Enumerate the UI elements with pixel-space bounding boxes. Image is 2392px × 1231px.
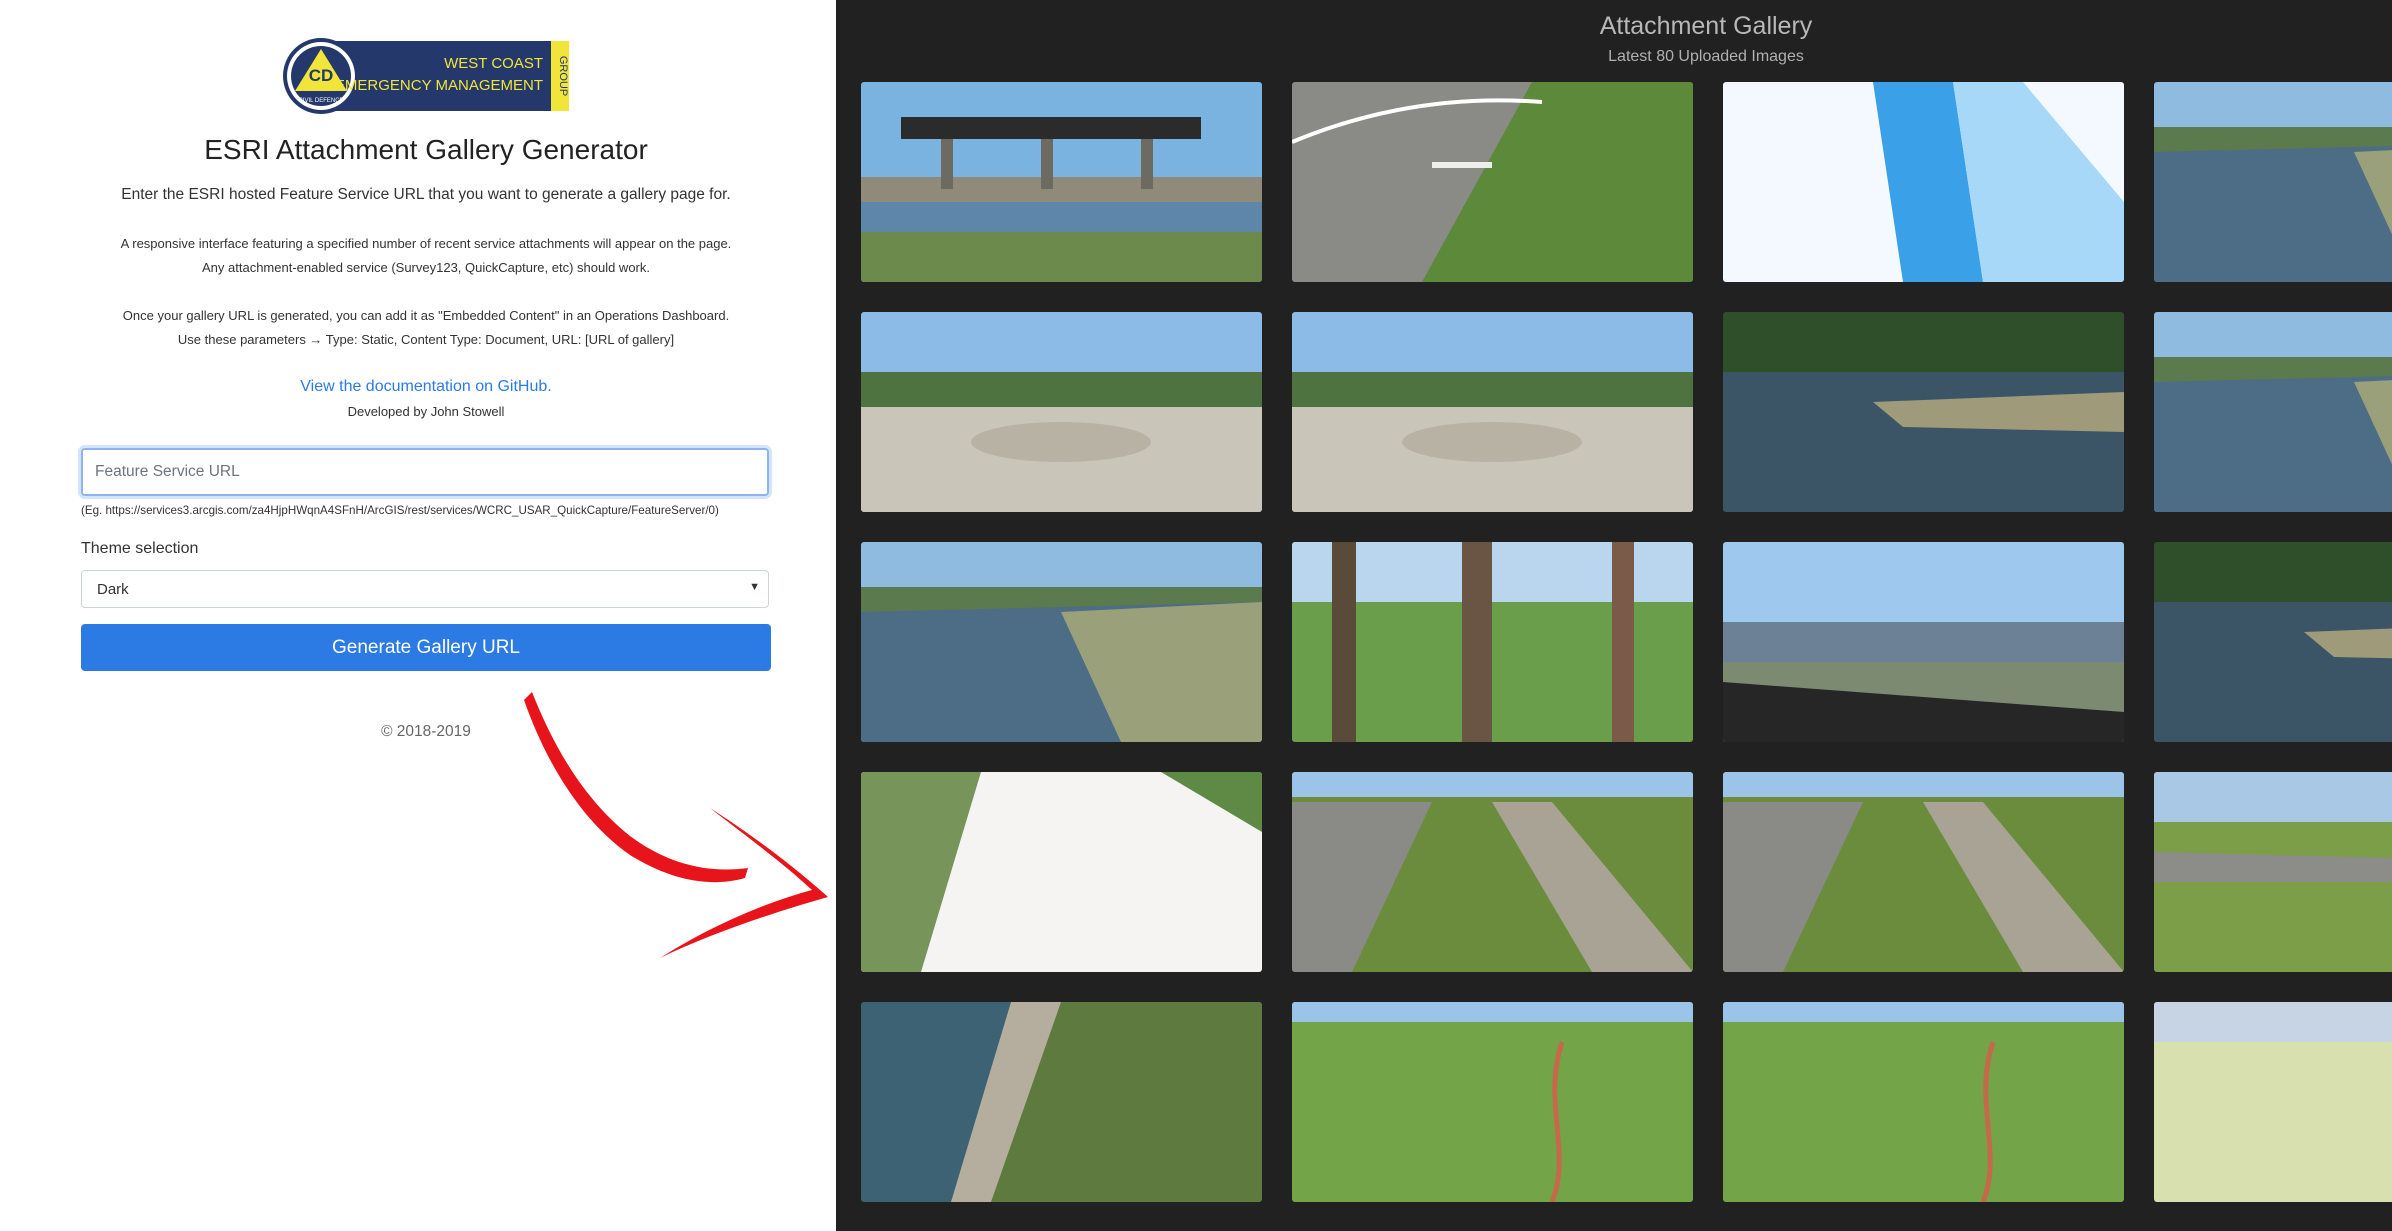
gallery-image[interactable] bbox=[861, 82, 1262, 282]
gallery-image[interactable] bbox=[2154, 542, 2392, 742]
gallery-image[interactable] bbox=[861, 1002, 1262, 1202]
chevron-down-icon: ▼ bbox=[749, 581, 760, 593]
gallery-image[interactable] bbox=[1723, 82, 2124, 282]
gallery-image[interactable] bbox=[2154, 312, 2392, 512]
gallery-image[interactable] bbox=[1723, 542, 2124, 742]
description-line-2: Any attachment-enabled service (Survey12… bbox=[202, 260, 650, 275]
theme-select[interactable]: Dark ▼ bbox=[81, 570, 769, 608]
gallery-image[interactable] bbox=[1292, 1002, 1693, 1202]
theme-selected-value: Dark bbox=[97, 581, 129, 598]
generator-panel: GROUP CD CIVIL DEFENCE WEST COAST EMERGE… bbox=[0, 0, 836, 1231]
logo-line2: EMERGENCY MANAGEMENT bbox=[335, 77, 543, 94]
copyright-text: © 2018-2019 bbox=[381, 723, 471, 740]
gallery-image[interactable] bbox=[1292, 542, 1693, 742]
description-line-1: A responsive interface featuring a speci… bbox=[120, 236, 732, 251]
gallery-image[interactable] bbox=[1723, 1002, 2124, 1202]
gallery-image[interactable] bbox=[861, 542, 1262, 742]
gallery-image[interactable] bbox=[2154, 772, 2392, 972]
logo-badge-text: CD bbox=[309, 66, 334, 85]
url-example-hint: (Eg. https://services3.arcgis.com/za4Hjp… bbox=[81, 504, 719, 517]
gallery-image[interactable] bbox=[2154, 1002, 2392, 1202]
gallery-title: Attachment Gallery bbox=[1599, 12, 1813, 40]
cdem-logo: GROUP CD CIVIL DEFENCE WEST COAST EMERGE… bbox=[281, 36, 571, 116]
gallery-image[interactable] bbox=[1723, 312, 2124, 512]
gallery-image[interactable] bbox=[2154, 82, 2392, 282]
feature-service-url-input[interactable] bbox=[81, 448, 769, 496]
developer-credit: Developed by John Stowell bbox=[347, 404, 505, 419]
gallery-image[interactable] bbox=[1723, 772, 2124, 972]
logo-ring-text: CIVIL DEFENCE bbox=[298, 98, 343, 104]
logo-side-text: GROUP bbox=[557, 56, 569, 96]
gallery-panel: Attachment Gallery Latest 80 Uploaded Im… bbox=[836, 0, 2392, 1231]
documentation-link[interactable]: View the documentation on GitHub. bbox=[0, 378, 852, 396]
logo-line1: WEST COAST bbox=[444, 55, 543, 72]
generate-gallery-url-button[interactable]: Generate Gallery URL bbox=[81, 624, 771, 671]
description-line-3: Once your gallery URL is generated, you … bbox=[122, 308, 730, 323]
gallery-image[interactable] bbox=[1292, 312, 1693, 512]
page-title: ESRI Attachment Gallery Generator bbox=[204, 134, 648, 165]
gallery-image[interactable] bbox=[861, 772, 1262, 972]
gallery-image[interactable] bbox=[1292, 772, 1693, 972]
description-line-4: Use these parameters → Type: Static, Con… bbox=[177, 332, 675, 347]
intro-text: Enter the ESRI hosted Feature Service UR… bbox=[121, 186, 731, 203]
gallery-image[interactable] bbox=[861, 312, 1262, 512]
theme-selection-label: Theme selection bbox=[81, 540, 199, 557]
gallery-subtitle: Latest 80 Uploaded Images bbox=[1608, 48, 1804, 65]
gallery-image[interactable] bbox=[1292, 82, 1693, 282]
